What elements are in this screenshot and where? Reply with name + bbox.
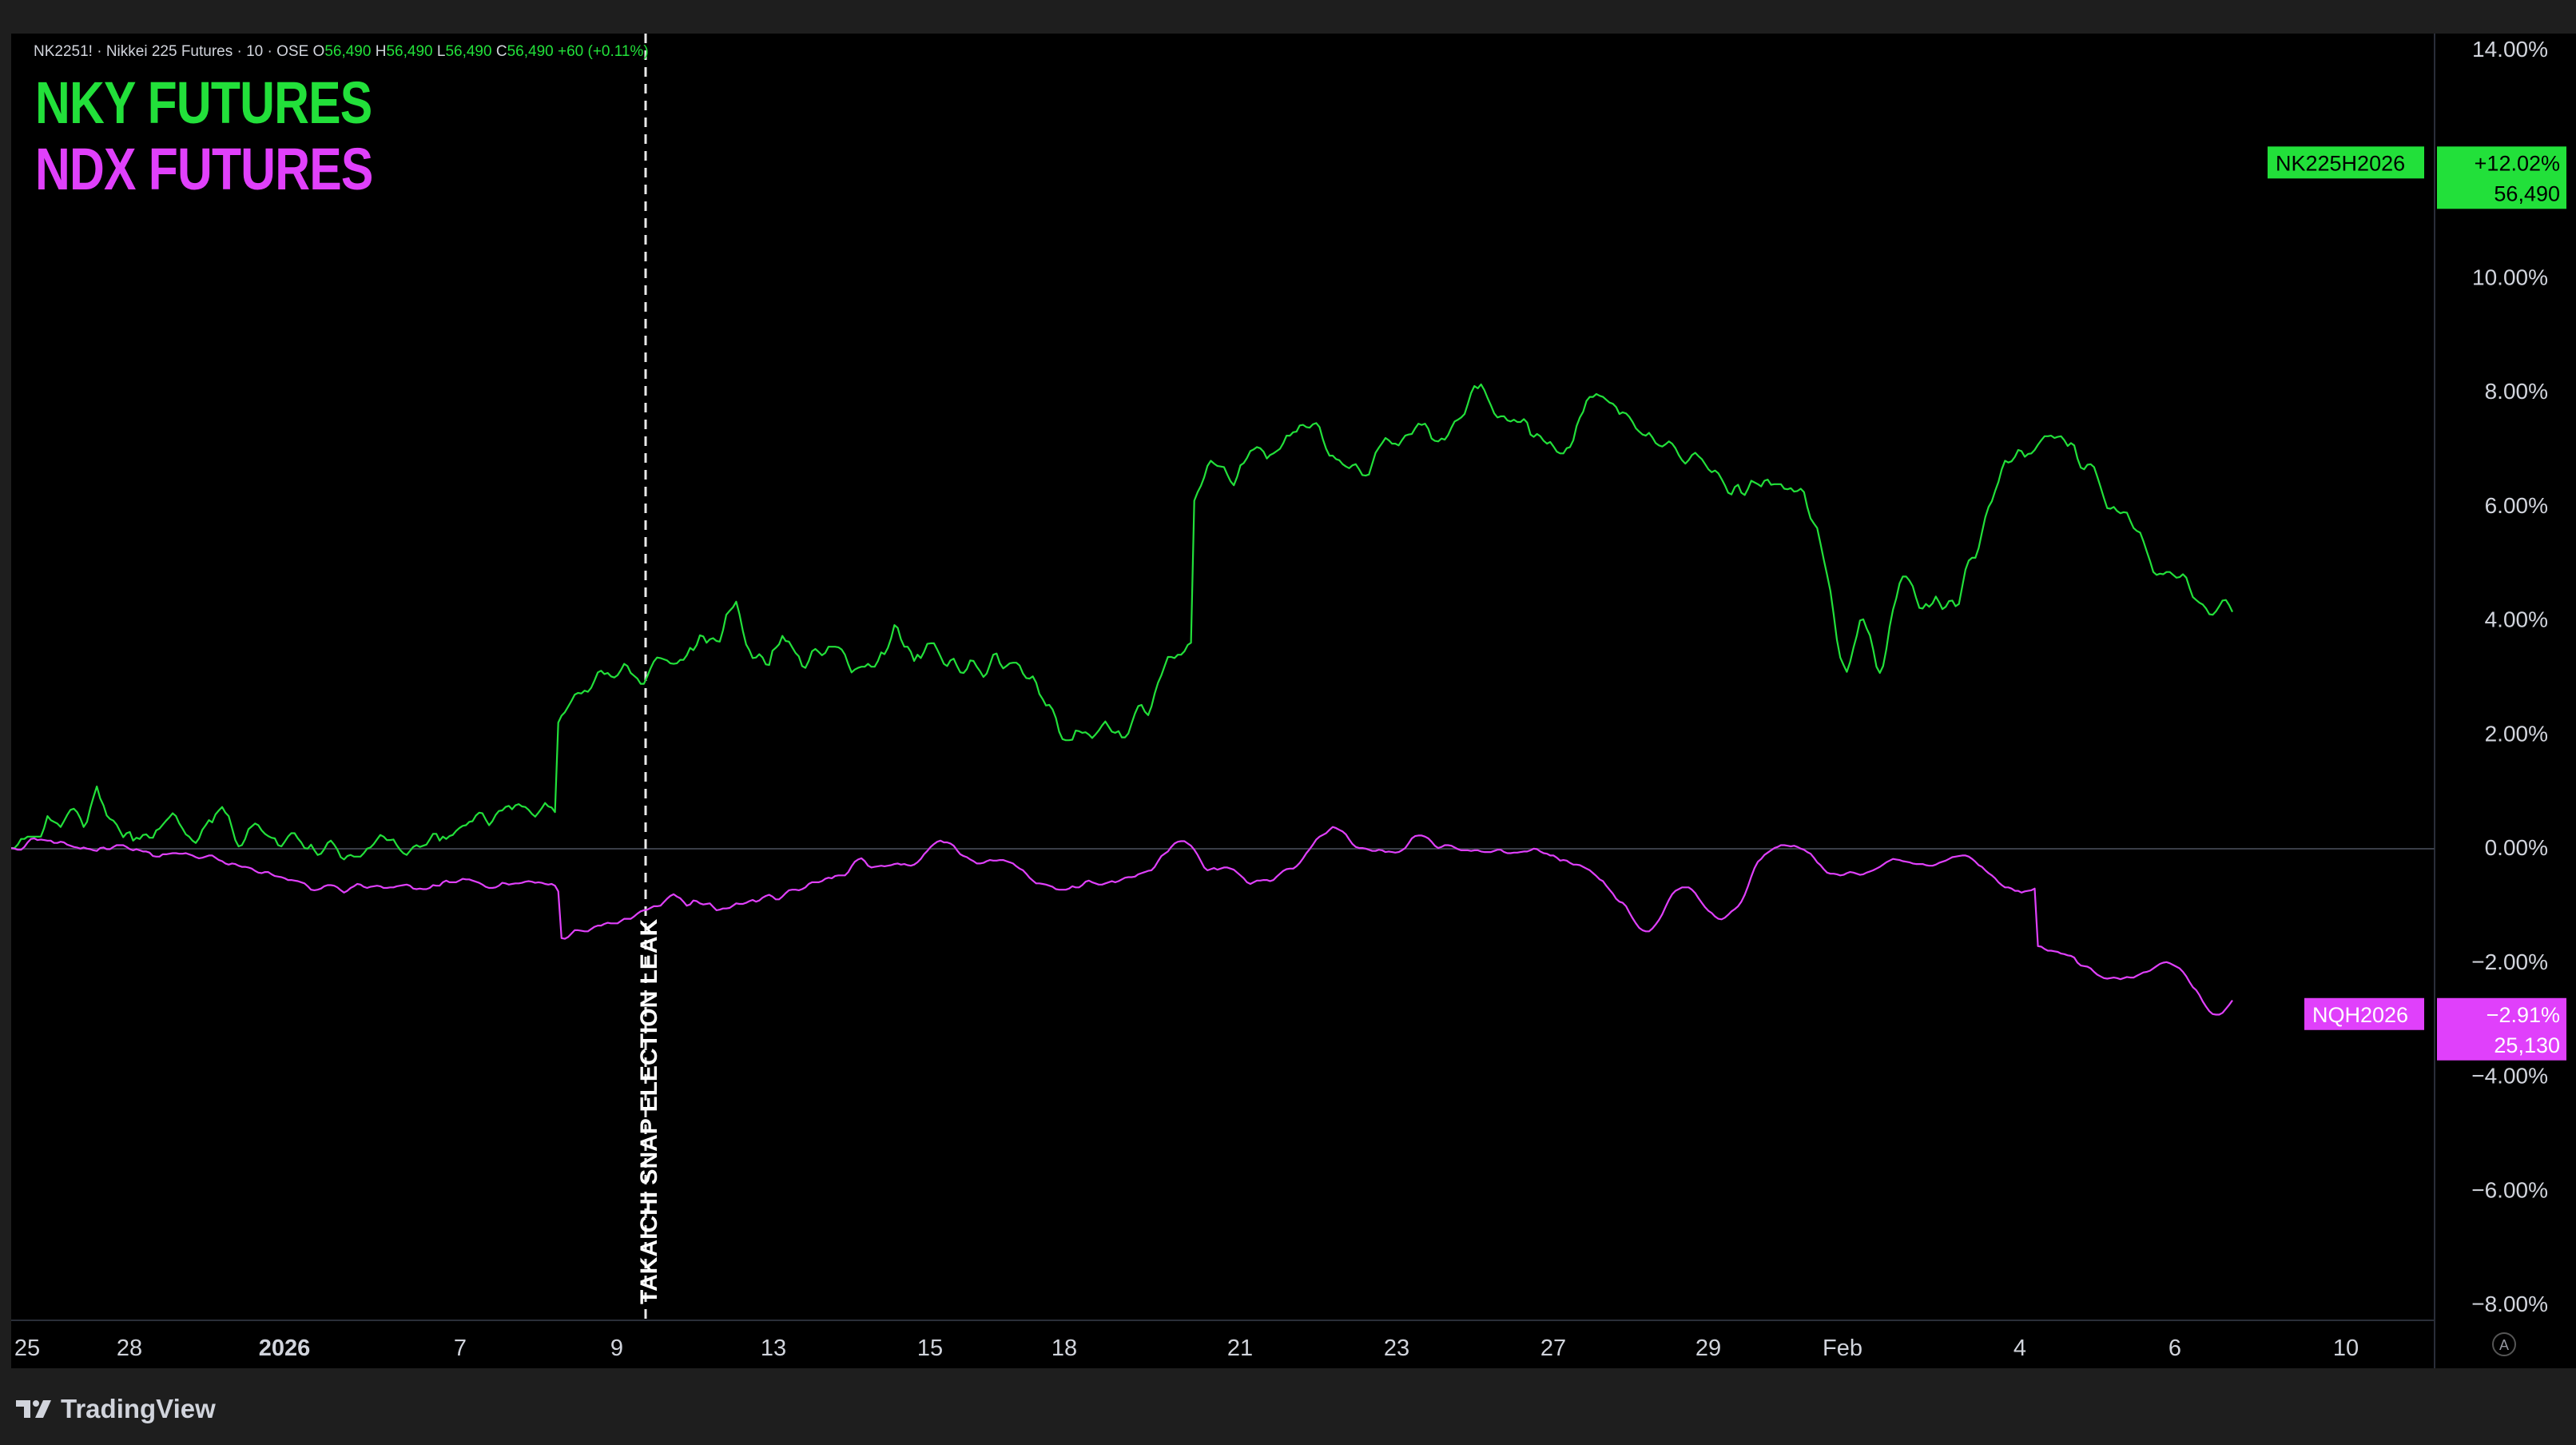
event-annotation: TAKAICHI SNAP ELECTION LEAK: [636, 918, 662, 1304]
ndx-percent-label: −2.91%: [2487, 1003, 2560, 1027]
close-value: 56,490: [507, 43, 554, 60]
time-tick-label: 7: [454, 1336, 467, 1361]
time-tick-label: 13: [761, 1336, 786, 1361]
time-tick-label: 6: [2169, 1336, 2181, 1361]
tradingview-icon: [16, 1400, 51, 1418]
series-layer: [11, 383, 2233, 1016]
low-label: L: [436, 43, 446, 60]
nky-series-line[interactable]: [11, 383, 2233, 861]
price-tick-label: 10.00%: [2472, 265, 2548, 289]
time-tick-label: 15: [917, 1336, 943, 1361]
time-tick-label: 28: [117, 1336, 142, 1361]
time-tick-label: 2026: [259, 1336, 311, 1361]
price-tick-label: −6.00%: [2471, 1177, 2548, 1202]
time-tick-label: 27: [1540, 1336, 1566, 1361]
price-tick-label: −8.00%: [2471, 1292, 2548, 1316]
tradingview-wordmark: TradingView: [61, 1394, 216, 1423]
open-label: O: [312, 43, 325, 60]
symbol-description[interactable]: NK2251! · Nikkei 225 Futures · 10 · OSE: [34, 43, 308, 60]
price-axis[interactable]: 14.00% 10.00% 8.00% 6.00% 4.00% 2.00% 0.00% −2.…: [2471, 37, 2548, 1316]
price-tick-label: 8.00%: [2485, 379, 2548, 404]
symbol-legend[interactable]: NK2251! · Nikkei 225 Futures · 10 · OSE …: [34, 43, 649, 61]
low-value: 56,490: [445, 43, 492, 60]
close-label: C: [495, 43, 507, 60]
ndx-title: NDX FUTURES: [35, 136, 373, 202]
price-tick-label: 2.00%: [2485, 721, 2548, 746]
auto-scale-label: A: [2499, 1337, 2509, 1353]
high-value: 56,490: [386, 43, 433, 60]
tradingview-logo[interactable]: TradingView: [14, 1394, 216, 1424]
nky-title: NKY FUTURES: [35, 70, 372, 136]
time-tick-label: 23: [1384, 1336, 1409, 1361]
high-label: H: [375, 43, 387, 60]
open-value: 56,490: [324, 43, 372, 60]
chart-area[interactable]: 14.00% 10.00% 8.00% 6.00% 4.00% 2.00% 0.00% −2.…: [11, 34, 2576, 1368]
change-value: +60 (+0.11%): [558, 43, 649, 60]
price-tick-label: 14.00%: [2472, 37, 2548, 62]
ndx-symbol-label: NQH2026: [2312, 1003, 2408, 1027]
ndx-price-label: 25,130: [2494, 1033, 2560, 1057]
price-tick-label: −4.00%: [2471, 1064, 2548, 1089]
time-tick-label: 18: [1051, 1336, 1077, 1361]
price-tick-label: 4.00%: [2485, 607, 2548, 632]
chart-canvas[interactable]: 14.00% 10.00% 8.00% 6.00% 4.00% 2.00% 0.00% −2.…: [11, 34, 2576, 1368]
time-tick-label: 21: [1227, 1336, 1253, 1361]
price-tick-label: 0.00%: [2485, 835, 2548, 860]
time-tick-label: Feb: [1823, 1336, 1862, 1361]
time-tick-label: 9: [610, 1336, 623, 1361]
nky-price-badge[interactable]: NK225H2026 +12.02% 56,490: [2268, 146, 2566, 209]
ndx-series-line[interactable]: [11, 826, 2233, 1016]
nky-percent-label: +12.02%: [2475, 151, 2560, 175]
time-tick-label: 10: [2333, 1336, 2359, 1361]
time-tick-label: 29: [1695, 1336, 1721, 1361]
time-axis[interactable]: 25 28 2026 7 9 13 15 18 21 23 27 29 Feb 4 6 10: [14, 1336, 2359, 1361]
time-tick-label: 25: [14, 1336, 40, 1361]
nky-price-label: 56,490: [2494, 181, 2560, 205]
time-tick-label: 4: [2013, 1336, 2026, 1361]
nky-symbol-label: NK225H2026: [2276, 151, 2405, 175]
price-tick-label: −2.00%: [2471, 949, 2548, 974]
price-tick-label: 6.00%: [2485, 493, 2548, 518]
